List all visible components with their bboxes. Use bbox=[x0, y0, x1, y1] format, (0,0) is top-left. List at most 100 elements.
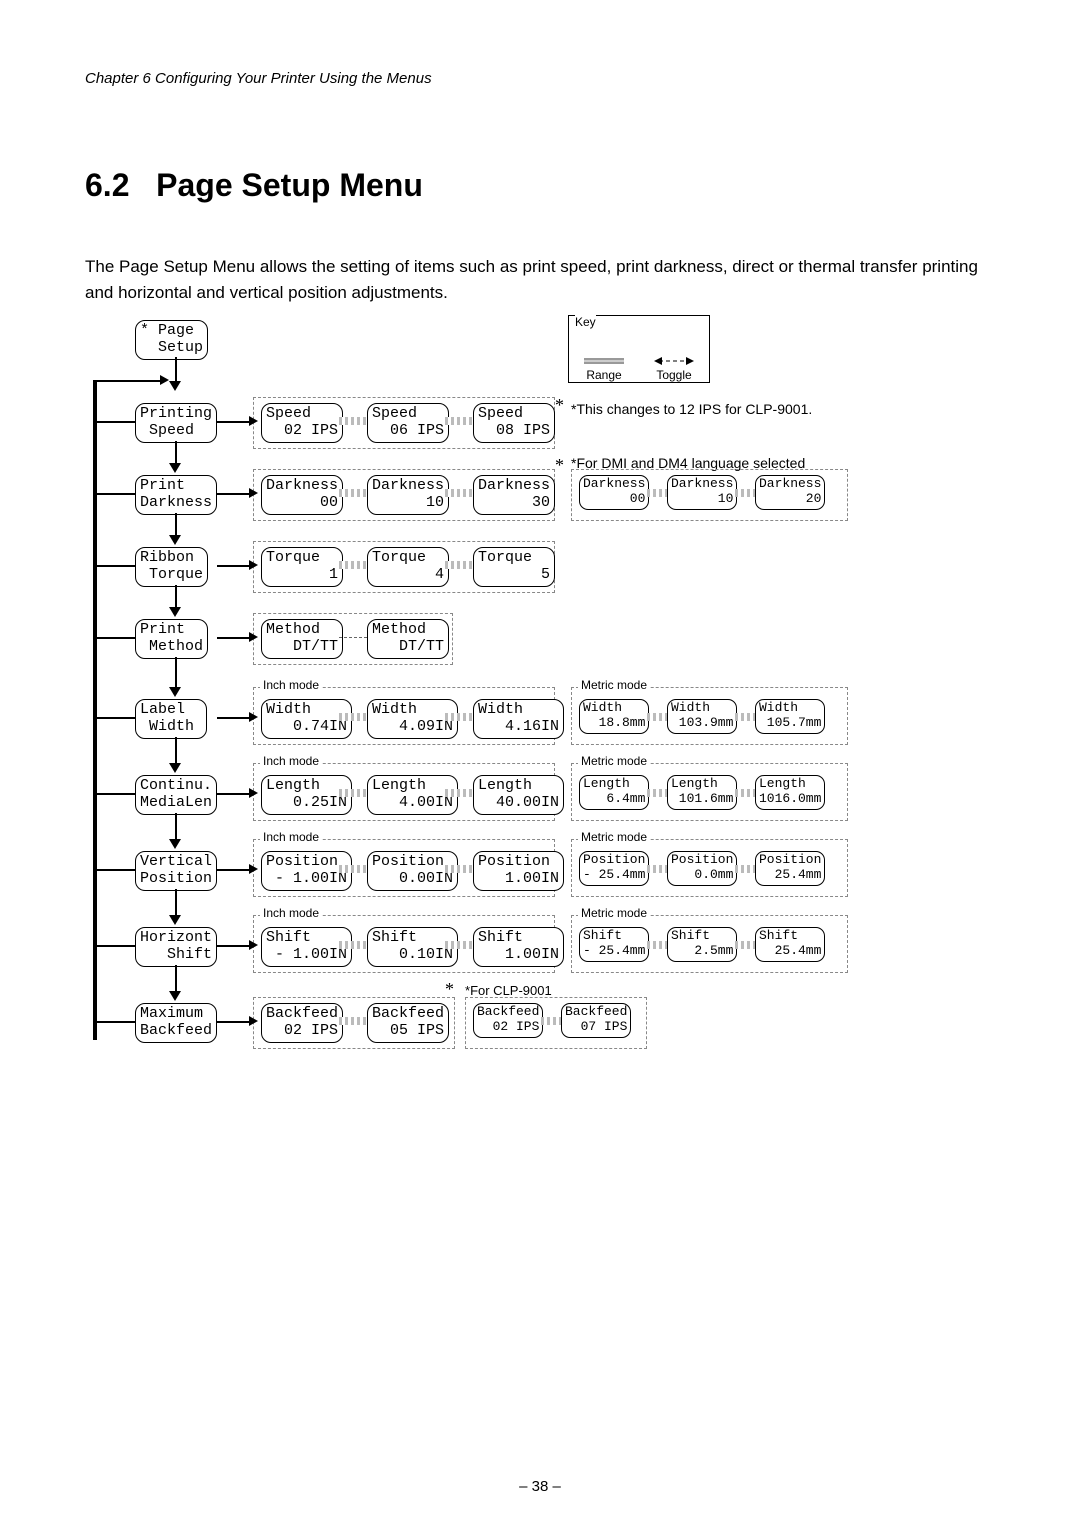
lcd-value: Darkness 20 bbox=[755, 475, 825, 510]
connector bbox=[217, 421, 253, 423]
connector bbox=[93, 1021, 135, 1023]
group-label: Metric mode bbox=[578, 678, 650, 692]
connector bbox=[175, 965, 177, 993]
lcd-value: Darkness 10 bbox=[367, 475, 449, 515]
range-connector bbox=[445, 713, 473, 721]
arrow-icon bbox=[249, 864, 258, 874]
range-connector bbox=[445, 417, 473, 425]
lcd-value: Width 105.7mm bbox=[755, 699, 825, 734]
footnote-text: *For CLP-9001 bbox=[465, 983, 552, 998]
arrow-icon bbox=[249, 632, 258, 642]
arrow-icon bbox=[249, 1016, 258, 1026]
lcd-value: Darkness 00 bbox=[261, 475, 343, 515]
menu-bus-line bbox=[93, 380, 97, 1040]
lcd-value: Width 4.16IN bbox=[473, 699, 564, 739]
group-label: Metric mode bbox=[578, 906, 650, 920]
lcd-value: Torque 5 bbox=[473, 547, 555, 587]
range-connector bbox=[339, 941, 367, 949]
connector bbox=[175, 889, 177, 917]
group-label: Inch mode bbox=[260, 830, 322, 844]
lcd-menu-item: Printing Speed bbox=[135, 403, 217, 443]
lcd-value: Position 0.0mm bbox=[667, 851, 737, 886]
connector bbox=[93, 717, 135, 719]
connector bbox=[217, 565, 253, 567]
range-connector bbox=[735, 489, 755, 497]
lcd-value: Speed 02 IPS bbox=[261, 403, 343, 443]
arrow-icon bbox=[169, 381, 181, 391]
range-connector bbox=[339, 713, 367, 721]
arrow-icon bbox=[249, 940, 258, 950]
lcd-value: Torque 4 bbox=[367, 547, 449, 587]
lcd-menu-item: Maximum Backfeed bbox=[135, 1003, 217, 1043]
range-connector bbox=[445, 865, 473, 873]
connector bbox=[217, 793, 253, 795]
arrow-icon bbox=[169, 607, 181, 617]
connector bbox=[93, 493, 135, 495]
lcd-value: Darkness 00 bbox=[579, 475, 649, 510]
connector bbox=[93, 380, 163, 382]
lcd-value: Shift 25.4mm bbox=[755, 927, 825, 962]
connector bbox=[217, 1021, 253, 1023]
range-connector bbox=[339, 789, 367, 797]
connector bbox=[93, 421, 135, 423]
lcd-value: Method DT/TT bbox=[367, 619, 449, 659]
lcd-value: Backfeed 05 IPS bbox=[367, 1003, 449, 1043]
chapter-heading: Chapter 6 Configuring Your Printer Using… bbox=[85, 70, 1005, 87]
range-connector bbox=[647, 941, 667, 949]
connector bbox=[93, 793, 135, 795]
range-connector bbox=[735, 941, 755, 949]
footnote-marker: * bbox=[555, 395, 564, 416]
lcd-value: Darkness 30 bbox=[473, 475, 555, 515]
range-connector bbox=[647, 789, 667, 797]
lcd-root: * Page Setup bbox=[135, 320, 208, 360]
lcd-value: Backfeed 02 IPS bbox=[473, 1003, 543, 1038]
lcd-value: Method DT/TT bbox=[261, 619, 343, 659]
section-title-text: Page Setup Menu bbox=[156, 167, 423, 203]
group-label: Inch mode bbox=[260, 678, 322, 692]
menu-diagram: Key Range bbox=[85, 315, 1005, 1055]
range-connector bbox=[445, 489, 473, 497]
lcd-menu-item: Label Width bbox=[135, 699, 207, 739]
section-title: 6.2 Page Setup Menu bbox=[85, 167, 1005, 204]
lcd-value: Position 25.4mm bbox=[755, 851, 825, 886]
section-number: 6.2 bbox=[85, 167, 129, 203]
connector bbox=[175, 441, 177, 465]
lcd-menu-item: Horizont Shift bbox=[135, 927, 217, 967]
footnote-text: *This changes to 12 IPS for CLP-9001. bbox=[571, 401, 812, 417]
connector bbox=[93, 869, 135, 871]
lcd-menu-item: Ribbon Torque bbox=[135, 547, 208, 587]
lcd-value: Position - 25.4mm bbox=[579, 851, 649, 886]
footnote-marker: * bbox=[445, 979, 454, 1000]
group-label: Inch mode bbox=[260, 754, 322, 768]
range-connector bbox=[445, 561, 473, 569]
lcd-value: Width 103.9mm bbox=[667, 699, 737, 734]
connector bbox=[217, 717, 253, 719]
connector bbox=[217, 945, 253, 947]
legend-toggle-label: Toggle bbox=[656, 368, 691, 382]
lcd-value: Darkness 10 bbox=[667, 475, 737, 510]
intro-paragraph: The Page Setup Menu allows the setting o… bbox=[85, 254, 1005, 305]
lcd-value: Shift - 25.4mm bbox=[579, 927, 649, 962]
range-connector bbox=[339, 489, 367, 497]
range-connector bbox=[339, 417, 367, 425]
arrow-icon bbox=[160, 375, 169, 385]
lcd-value: Length 101.6mm bbox=[667, 775, 737, 810]
arrow-icon bbox=[249, 712, 258, 722]
lcd-value: Backfeed 07 IPS bbox=[561, 1003, 631, 1038]
lcd-value: Shift 1.00IN bbox=[473, 927, 564, 967]
connector bbox=[217, 637, 253, 639]
connector bbox=[175, 737, 177, 765]
lcd-menu-item: Vertical Position bbox=[135, 851, 217, 891]
connector bbox=[93, 945, 135, 947]
arrow-icon bbox=[169, 463, 181, 473]
connector bbox=[175, 357, 177, 383]
lcd-value: Speed 06 IPS bbox=[367, 403, 449, 443]
lcd-value: Length 1016.0mm bbox=[755, 775, 825, 810]
lcd-value: Position 1.00IN bbox=[473, 851, 564, 891]
range-connector bbox=[541, 1017, 561, 1025]
arrow-icon bbox=[169, 915, 181, 925]
range-connector bbox=[735, 865, 755, 873]
footnote-marker: * bbox=[555, 455, 564, 476]
lcd-menu-item: Print Darkness bbox=[135, 475, 217, 515]
lcd-value: Torque 1 bbox=[261, 547, 343, 587]
